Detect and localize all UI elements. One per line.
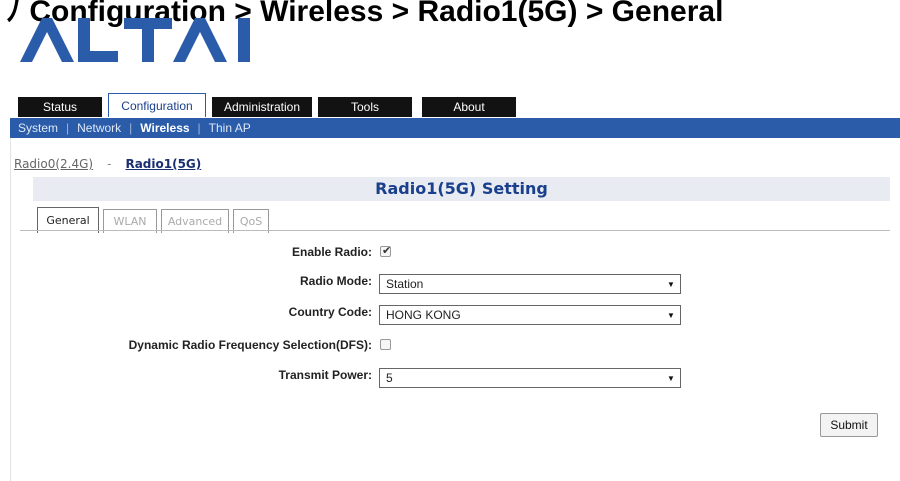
dfs-checkbox[interactable] <box>380 339 391 350</box>
country-code-select[interactable]: HONG KONG ▼ <box>379 305 681 325</box>
tab-configuration[interactable]: Configuration <box>108 93 206 117</box>
subnav-wireless[interactable]: Wireless <box>132 121 197 135</box>
dropdown-arrow-icon: ▼ <box>667 279 675 289</box>
radio-mode-value: Station <box>386 277 424 291</box>
subnav-thin-ap[interactable]: Thin AP <box>201 121 259 135</box>
tab-status[interactable]: Status <box>18 97 102 117</box>
enable-radio-checkbox[interactable]: ✔ <box>380 245 392 257</box>
section-title: Radio1(5G) Setting <box>375 179 548 198</box>
top-nav-tabs: Status Configuration Administration Tool… <box>18 93 522 117</box>
sub-nav-bar: System | Network | Wireless | Thin AP <box>10 118 900 138</box>
subnav-network[interactable]: Network <box>69 121 129 135</box>
radio-mode-label: Radio Mode: <box>300 274 372 288</box>
country-code-value: HONG KONG <box>386 308 461 322</box>
altai-logo <box>20 18 250 62</box>
radio-selector: Radio0(2.4G) - Radio1(5G) <box>14 157 201 171</box>
tab-about[interactable]: About <box>422 97 516 117</box>
tab-tools[interactable]: Tools <box>318 97 412 117</box>
tab-administration[interactable]: Administration <box>212 97 312 117</box>
submit-button[interactable]: Submit <box>820 413 878 437</box>
transmit-power-value: 5 <box>386 371 393 385</box>
checkmark-icon: ✔ <box>382 245 392 257</box>
left-divider <box>10 138 11 481</box>
transmit-power-label: Transmit Power: <box>278 368 372 382</box>
dropdown-arrow-icon: ▼ <box>667 310 675 320</box>
section-header: Radio1(5G) Setting <box>33 177 890 201</box>
dropdown-arrow-icon: ▼ <box>667 373 675 383</box>
enable-radio-label: Enable Radio: <box>291 245 372 259</box>
sub-tab-underline <box>20 230 890 231</box>
transmit-power-select[interactable]: 5 ▼ <box>379 368 681 388</box>
subnav-system[interactable]: System <box>10 121 66 135</box>
dfs-label: Dynamic Radio Frequency Selection(DFS): <box>128 338 372 352</box>
country-code-label: Country Code: <box>288 305 372 319</box>
radio-mode-select[interactable]: Station ▼ <box>379 274 681 294</box>
radio1-link[interactable]: Radio1(5G) <box>125 157 201 171</box>
radio-separator: - <box>107 157 112 171</box>
radio0-link[interactable]: Radio0(2.4G) <box>14 157 93 171</box>
